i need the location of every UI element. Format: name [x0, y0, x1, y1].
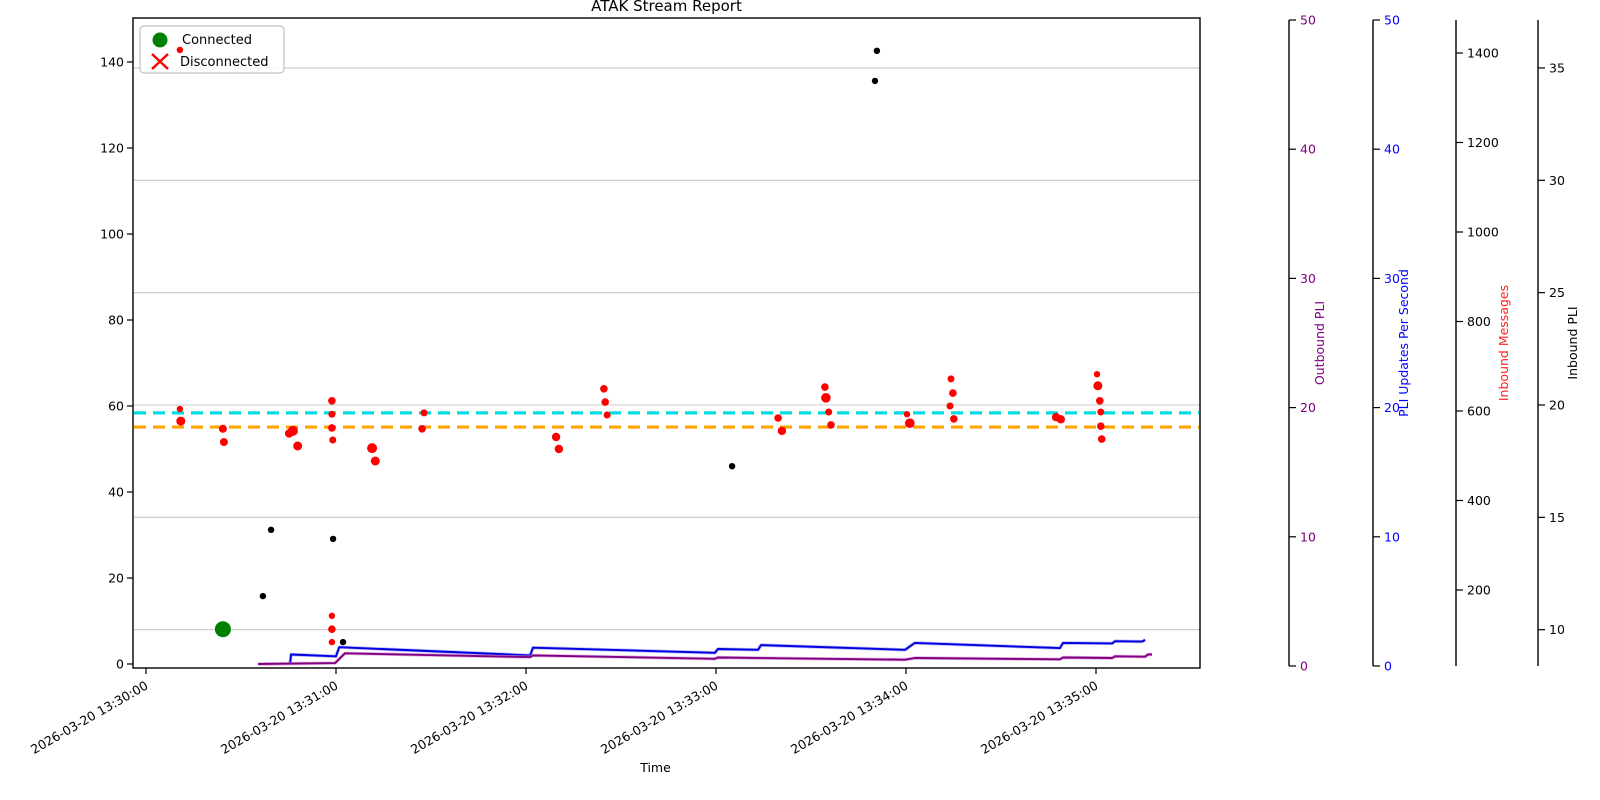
svg-text:0: 0	[116, 657, 124, 672]
svg-text:0: 0	[1384, 659, 1392, 674]
svg-text:2026-03-20 13:33:00: 2026-03-20 13:33:00	[598, 678, 721, 757]
chart-title: ATAK Stream Report	[591, 0, 742, 15]
gridlines	[133, 68, 1200, 630]
svg-text:1000: 1000	[1467, 225, 1499, 240]
right-axis-inbound-messages: 200 400 600 800 1000 1200 1400 Inbound Messages	[1456, 20, 1511, 666]
right-axis-inbound-pli: 10 15 20 25 30 35 Inbound PLI	[1538, 20, 1580, 666]
legend-overlap-dot	[177, 47, 183, 53]
svg-text:30: 30	[1549, 173, 1565, 188]
legend-connected-label: Connected	[182, 33, 252, 48]
svg-text:10: 10	[1384, 529, 1400, 544]
svg-text:60: 60	[108, 399, 124, 414]
svg-text:600: 600	[1467, 404, 1491, 419]
svg-text:40: 40	[1300, 142, 1316, 157]
svg-text:PLI Updates Per Second: PLI Updates Per Second	[1396, 269, 1411, 417]
svg-text:100: 100	[100, 227, 124, 242]
svg-text:200: 200	[1467, 583, 1491, 598]
svg-text:Inbound Messages: Inbound Messages	[1496, 285, 1511, 401]
svg-text:20: 20	[108, 571, 124, 586]
svg-text:800: 800	[1467, 314, 1491, 329]
svg-text:30: 30	[1300, 271, 1316, 286]
svg-text:50: 50	[1300, 13, 1316, 28]
atak-stream-report-figure: 0204060801001201402026-03-20 13:30:00202…	[0, 0, 1600, 800]
connected-scatter	[215, 621, 231, 637]
svg-text:Inbound PLI: Inbound PLI	[1565, 306, 1580, 379]
svg-text:140: 140	[100, 55, 124, 70]
svg-text:1200: 1200	[1467, 135, 1499, 150]
svg-text:2026-03-20 13:34:00: 2026-03-20 13:34:00	[788, 678, 911, 757]
legend: Connected Disconnected	[140, 26, 284, 73]
x-axis: 2026-03-20 13:30:00 2026-03-20 13:31:00 20…	[28, 668, 1101, 775]
svg-text:2026-03-20 13:35:00: 2026-03-20 13:35:00	[978, 678, 1101, 757]
legend-connected-marker	[153, 33, 168, 48]
svg-text:15: 15	[1549, 510, 1565, 525]
outbound-pli-line	[258, 653, 1152, 664]
svg-text:10: 10	[1549, 622, 1565, 637]
svg-text:2026-03-20 13:31:00: 2026-03-20 13:31:00	[218, 678, 341, 757]
legend-disconnected-label: Disconnected	[180, 55, 268, 70]
svg-text:400: 400	[1467, 493, 1491, 508]
chart-canvas: 0204060801001201402026-03-20 13:30:00202…	[0, 0, 1600, 800]
svg-text:20: 20	[1549, 398, 1565, 413]
svg-text:120: 120	[100, 141, 124, 156]
svg-text:2026-03-20 13:30:00: 2026-03-20 13:30:00	[28, 678, 151, 757]
svg-text:35: 35	[1549, 60, 1565, 75]
svg-text:25: 25	[1549, 285, 1565, 300]
svg-text:50: 50	[1384, 13, 1400, 28]
inbound-pli-scatter	[260, 48, 880, 646]
plot-frame	[133, 18, 1200, 668]
inbound-messages-scatter	[176, 47, 1105, 646]
svg-text:10: 10	[1300, 529, 1316, 544]
svg-text:40: 40	[1384, 142, 1400, 157]
svg-text:2026-03-20 13:32:00: 2026-03-20 13:32:00	[408, 678, 531, 757]
right-axis-pli-updates-per-second: 01020304050PLI Updates Per Second	[1373, 13, 1411, 674]
svg-text:80: 80	[108, 313, 124, 328]
svg-text:0: 0	[1300, 659, 1308, 674]
svg-text:1400: 1400	[1467, 46, 1499, 61]
x-axis-title: Time	[639, 760, 671, 775]
svg-text:Outbound PLI: Outbound PLI	[1312, 301, 1327, 385]
svg-text:20: 20	[1300, 400, 1316, 415]
y-axis-left: 0 20 40 60 80 100 120 140	[100, 55, 133, 672]
right-axis-outbound-pli: 0 10 20 30 40 50 Outbound PLI	[1289, 13, 1327, 674]
svg-text:40: 40	[108, 485, 124, 500]
